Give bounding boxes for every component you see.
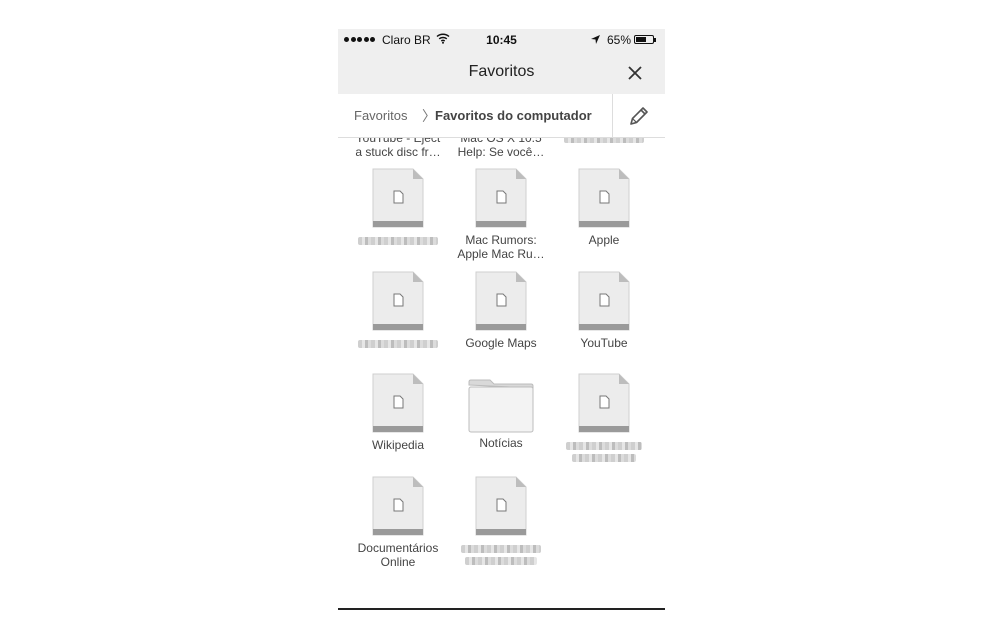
- status-bar: Claro BR 10:45 65%: [338, 29, 665, 51]
- bookmark-item[interactable]: [552, 138, 656, 162]
- bookmark-item[interactable]: YouTube: [552, 271, 656, 367]
- bookmark-item[interactable]: [346, 271, 450, 367]
- bookmark-item[interactable]: Google Maps: [449, 271, 553, 367]
- bookmark-folder[interactable]: Notícias: [449, 373, 553, 469]
- bookmark-item[interactable]: Apple: [552, 168, 656, 264]
- bookmarks-grid: YouTube - Eject a stuck disc fr… Mac OS …: [338, 138, 665, 608]
- breadcrumb-current: Favoritos do computador: [435, 108, 592, 123]
- battery-icon: [634, 35, 656, 44]
- bookmark-label: YouTube: [580, 336, 628, 350]
- breadcrumb-root-link[interactable]: Favoritos: [354, 108, 407, 123]
- phone-screen: Claro BR 10:45 65% Favoritos Favoritos 〉…: [338, 29, 665, 610]
- bookmark-label: Documentários Online: [357, 541, 439, 569]
- bookmark-label: Apple: [588, 233, 620, 247]
- bookmark-item[interactable]: Mac Rumors: Apple Mac Ru…: [449, 168, 553, 264]
- divider: [612, 94, 613, 137]
- bookmark-label: YouTube - Eject a stuck disc fr…: [355, 138, 441, 159]
- page-title: Favoritos: [468, 63, 535, 80]
- bookmark-item[interactable]: [346, 168, 450, 264]
- bookmark-label: Notícias: [479, 436, 523, 450]
- bookmark-item[interactable]: Wikipedia: [346, 373, 450, 469]
- bookmark-label: Google Maps: [465, 336, 537, 350]
- bookmark-item[interactable]: YouTube - Eject a stuck disc fr…: [346, 138, 450, 162]
- bookmark-item[interactable]: [449, 476, 553, 572]
- location-arrow-icon: [591, 35, 600, 44]
- bookmark-label: Wikipedia: [371, 438, 425, 452]
- bookmark-label: Mac OS X 10.5 Help: Se você…: [457, 138, 545, 159]
- chevron-right-icon: 〉: [422, 108, 436, 124]
- close-icon[interactable]: [624, 62, 646, 84]
- bookmark-item[interactable]: [552, 373, 656, 469]
- bookmark-label: Mac Rumors: Apple Mac Ru…: [457, 233, 545, 261]
- bookmark-item[interactable]: Mac OS X 10.5 Help: Se você…: [449, 138, 553, 162]
- bookmark-item[interactable]: Documentários Online: [346, 476, 450, 572]
- battery-percentage: 65%: [607, 33, 632, 47]
- navigation-bar: Favoritos: [338, 51, 665, 94]
- divider: [338, 608, 665, 610]
- pencil-icon[interactable]: [627, 104, 651, 128]
- breadcrumb: Favoritos 〉 Favoritos do computador: [338, 94, 665, 138]
